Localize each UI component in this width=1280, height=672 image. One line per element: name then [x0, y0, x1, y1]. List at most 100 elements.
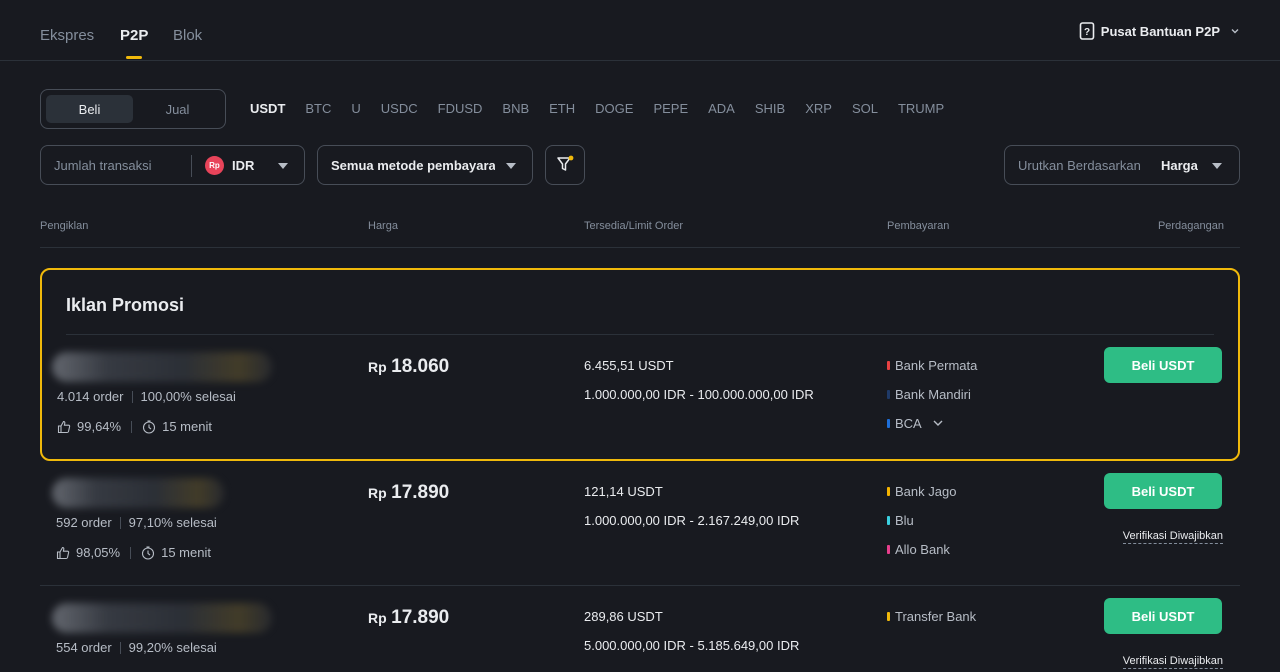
ad-row: 554 order 99,20% selesai Rp 17.890 289,8… — [0, 598, 1280, 672]
order-limit: 5.000.000,00 IDR - 5.185.649,00 IDR — [584, 638, 800, 653]
chevron-down-icon — [1230, 26, 1240, 36]
order-stats: 592 order 97,10% selesai — [56, 515, 217, 530]
verification-required-link[interactable]: Verifikasi Diwajibkan — [1122, 530, 1223, 544]
coin-tab-shib[interactable]: SHIB — [755, 101, 785, 116]
sort-label: Urutkan Berdasarkan — [1018, 157, 1141, 173]
advertiser-name-blurred — [52, 478, 224, 508]
buy-usdt-button[interactable]: Beli USDT — [1104, 347, 1222, 383]
order-limit: 1.000.000,00 IDR - 100.000.000,00 IDR — [584, 387, 814, 402]
payment-method-name: Transfer Bank — [895, 609, 977, 624]
payment-method: BCA — [887, 416, 977, 431]
payment-methods: Bank Permata Bank Mandiri BCA — [887, 358, 977, 445]
help-center-menu[interactable]: ? Pusat Bantuan P2P — [1079, 22, 1240, 40]
payment-method-value: Semua metode pembayaran — [331, 157, 495, 173]
price: Rp 17.890 — [368, 607, 449, 629]
coin-tab-pepe[interactable]: PEPE — [653, 101, 688, 116]
caret-down-icon — [278, 163, 288, 169]
coin-tab-usdc[interactable]: USDC — [381, 101, 418, 116]
expand-chevron-icon[interactable] — [932, 416, 944, 431]
trade-type-toggle: Beli Jual — [40, 89, 226, 129]
help-book-icon: ? — [1079, 22, 1095, 40]
coin-tab-fdusd[interactable]: FDUSD — [438, 101, 483, 116]
filter-icon — [555, 154, 575, 177]
header-advertiser: Pengiklan — [40, 220, 89, 232]
coin-tab-xrp[interactable]: XRP — [805, 101, 832, 116]
buy-usdt-button[interactable]: Beli USDT — [1104, 598, 1222, 634]
ad-row: 592 order 97,10% selesai 98,05% 15 menit… — [0, 473, 1280, 586]
order-stats: 554 order 99,20% selesai — [56, 640, 217, 655]
tab-ekspres[interactable]: Ekspres — [40, 27, 94, 44]
payment-method-name: Bank Jago — [895, 484, 957, 499]
top-nav: Ekspres P2P Blok ? Pusat Bantuan P2P — [0, 0, 1280, 61]
header-payment: Pembayaran — [887, 220, 950, 232]
payment-method: Blu — [887, 513, 956, 528]
coin-tab-trump[interactable]: TRUMP — [898, 101, 944, 116]
payment-methods: Transfer Bank — [887, 609, 976, 638]
available-amount: 121,14 USDT — [584, 484, 663, 499]
payment-color-tag — [887, 487, 890, 496]
payment-methods: Bank Jago Blu Allo Bank — [887, 484, 956, 571]
clock-icon — [141, 545, 155, 560]
completion-rate: 99,20% selesai — [128, 640, 217, 655]
buy-usdt-button[interactable]: Beli USDT — [1104, 473, 1222, 509]
sort-select[interactable]: Urutkan Berdasarkan Harga — [1004, 145, 1240, 185]
coin-tab-usdt[interactable]: USDT — [250, 101, 285, 116]
rupiah-currency-icon: Rp — [205, 156, 224, 175]
payment-color-tag — [887, 419, 890, 428]
price-value: 17.890 — [391, 607, 450, 628]
tab-p2p[interactable]: P2P — [120, 27, 148, 59]
price-value: 17.890 — [391, 482, 450, 503]
payment-method: Allo Bank — [887, 542, 956, 557]
order-stats: 4.014 order 100,00% selesai — [57, 389, 236, 404]
available-amount: 289,86 USDT — [584, 609, 663, 624]
coin-tab-sol[interactable]: SOL — [852, 101, 878, 116]
filter-button[interactable] — [545, 145, 585, 185]
amount-field[interactable]: Jumlah transaksi Rp IDR — [40, 145, 305, 185]
price-currency: Rp — [368, 359, 387, 375]
divider — [66, 334, 1214, 335]
avg-release-time: 15 menit — [162, 419, 212, 434]
positive-rating: 99,64% — [77, 419, 122, 434]
tab-blok[interactable]: Blok — [173, 27, 202, 44]
rating-stats: 99,64% 15 menit — [57, 419, 212, 434]
price-value: 18.060 — [391, 356, 450, 377]
divider — [119, 516, 121, 529]
payment-method: Bank Jago — [887, 484, 956, 499]
help-center-label: Pusat Bantuan P2P — [1100, 23, 1220, 39]
price-currency: Rp — [368, 610, 387, 626]
coin-tab-eth[interactable]: ETH — [549, 101, 575, 116]
header-trade: Perdagangan — [1157, 220, 1224, 232]
payment-color-tag — [887, 516, 890, 525]
verification-required-link[interactable]: Verifikasi Diwajibkan — [1122, 655, 1223, 669]
thumbs-up-icon — [56, 546, 70, 560]
coin-tab-btc[interactable]: BTC — [305, 101, 331, 116]
svg-text:?: ? — [1084, 27, 1090, 38]
coin-tab-bnb[interactable]: BNB — [502, 101, 529, 116]
payment-method-select[interactable]: Semua metode pembayaran — [317, 145, 533, 185]
advertiser-name-blurred — [52, 603, 272, 633]
currency-select[interactable]: IDR — [232, 158, 254, 173]
thumbs-up-icon — [57, 420, 71, 434]
buy-toggle-button[interactable]: Beli — [46, 95, 133, 123]
divider — [119, 641, 121, 654]
clock-icon — [142, 419, 156, 434]
table-header: Pengiklan Harga Tersedia/Limit Order Pem… — [40, 218, 1240, 248]
divider — [191, 155, 192, 177]
coin-tab-u[interactable]: U — [351, 101, 360, 116]
sort-value: Harga — [1161, 157, 1198, 173]
payment-method-name: Allo Bank — [895, 542, 950, 557]
amount-input[interactable]: Jumlah transaksi — [54, 158, 152, 173]
coin-tab-ada[interactable]: ADA — [708, 101, 735, 116]
payment-method: Bank Permata — [887, 358, 977, 373]
payment-method-name: Bank Permata — [895, 358, 978, 373]
advertiser-name-blurred — [52, 352, 272, 382]
completion-rate: 100,00% selesai — [140, 389, 236, 404]
completion-rate: 97,10% selesai — [128, 515, 217, 530]
price-currency: Rp — [368, 485, 387, 501]
sell-toggle-button[interactable]: Jual — [134, 95, 221, 123]
row-divider — [40, 585, 1240, 586]
payment-color-tag — [887, 545, 890, 554]
caret-down-icon — [506, 163, 516, 169]
coin-tab-doge[interactable]: DOGE — [595, 101, 633, 116]
divider — [130, 546, 132, 559]
